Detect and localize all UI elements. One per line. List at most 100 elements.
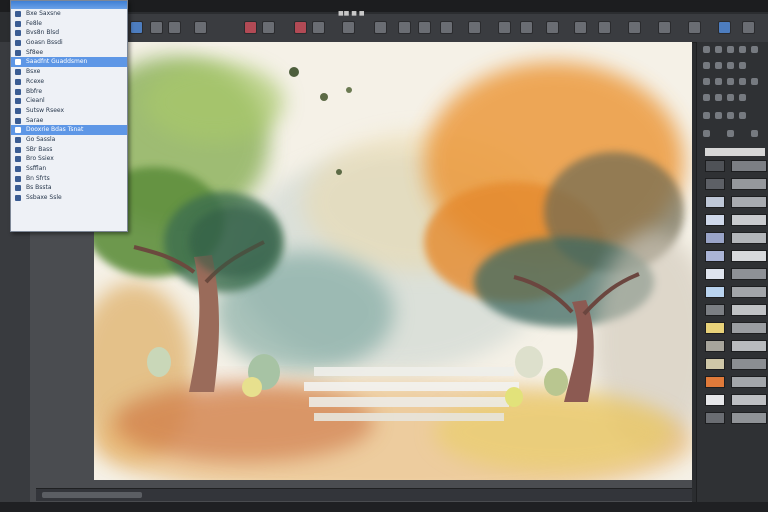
tool-icon[interactable] [658, 21, 671, 34]
menu-item[interactable]: SBr Bass [11, 145, 127, 155]
color-swatch[interactable] [731, 358, 767, 370]
color-swatch[interactable] [705, 214, 725, 226]
brush-icon[interactable] [715, 78, 722, 85]
menu-item[interactable]: Fe8le [11, 19, 127, 29]
tool-icon[interactable] [374, 21, 387, 34]
menu-item[interactable]: Bsxe [11, 67, 127, 77]
tool-icon[interactable] [718, 21, 731, 34]
tool-icon[interactable] [688, 21, 701, 34]
menu-item[interactable]: Bs Bssta [11, 183, 127, 193]
brush-icon[interactable] [715, 112, 722, 119]
color-swatch[interactable] [731, 394, 767, 406]
tool-icon[interactable] [498, 21, 511, 34]
color-swatch[interactable] [705, 196, 725, 208]
color-swatch[interactable] [731, 160, 767, 172]
brush-icon[interactable] [751, 78, 758, 85]
color-swatch[interactable] [731, 304, 767, 316]
color-swatch[interactable] [731, 178, 767, 190]
menu-item[interactable]: Bxe Saxsne [11, 9, 127, 19]
menu-item[interactable]: Dooxrie Bdas Tsnat [11, 125, 127, 135]
painting-canvas[interactable] [94, 42, 692, 480]
brush-icon[interactable] [727, 78, 734, 85]
menu-item[interactable]: Rcexe [11, 77, 127, 87]
color-icon[interactable] [294, 21, 307, 34]
menu-item[interactable]: Go Sassla [11, 135, 127, 145]
brush-icon[interactable] [739, 112, 746, 119]
menu-item[interactable]: Bn Sfrts [11, 174, 127, 184]
color-swatch[interactable] [705, 394, 725, 406]
brush-icon[interactable] [703, 130, 710, 137]
color-swatch[interactable] [705, 322, 725, 334]
tool-icon[interactable] [520, 21, 533, 34]
tool-icon[interactable] [440, 21, 453, 34]
tool-icon[interactable] [312, 21, 325, 34]
tool-icon[interactable] [628, 21, 641, 34]
brush-icon[interactable] [715, 62, 722, 69]
tool-icon[interactable] [342, 21, 355, 34]
color-swatch[interactable] [731, 196, 767, 208]
menu-item[interactable]: Sf8ee [11, 48, 127, 58]
brush-icon[interactable] [703, 46, 710, 53]
brush-icon[interactable] [703, 112, 710, 119]
color-swatch[interactable] [731, 286, 767, 298]
color-swatch[interactable] [705, 340, 725, 352]
tool-icon[interactable] [168, 21, 181, 34]
color-swatch[interactable] [731, 214, 767, 226]
menu-item[interactable]: Saadfnt Guaddsmen [11, 57, 127, 68]
brush-icon[interactable] [703, 78, 710, 85]
color-swatch[interactable] [731, 250, 767, 262]
horizontal-scrollbar[interactable] [36, 488, 692, 501]
color-swatch[interactable] [705, 286, 725, 298]
brush-icon[interactable] [739, 46, 746, 53]
tool-icon[interactable] [150, 21, 163, 34]
brush-icon[interactable] [703, 62, 710, 69]
color-swatch[interactable] [705, 412, 725, 424]
menu-item[interactable]: Bbfre [11, 87, 127, 97]
tool-icon[interactable] [130, 21, 143, 34]
color-swatch[interactable] [731, 268, 767, 280]
menu-item[interactable]: Bro Ssiex [11, 154, 127, 164]
menu-item[interactable]: Ssfflan [11, 164, 127, 174]
tool-icon[interactable] [574, 21, 587, 34]
color-swatch[interactable] [705, 358, 725, 370]
brush-icon[interactable] [727, 94, 734, 101]
color-swatch[interactable] [731, 376, 767, 388]
brush-icon[interactable] [751, 46, 758, 53]
menu-item[interactable]: Cieanl [11, 96, 127, 106]
brush-icon[interactable] [727, 62, 734, 69]
brush-icon[interactable] [739, 78, 746, 85]
brush-icon[interactable] [751, 130, 758, 137]
color-swatch[interactable] [705, 232, 725, 244]
tool-icon[interactable] [194, 21, 207, 34]
tool-icon[interactable] [468, 21, 481, 34]
brush-icon[interactable] [739, 94, 746, 101]
brush-icon[interactable] [703, 94, 710, 101]
color-swatch[interactable] [731, 340, 767, 352]
color-swatch[interactable] [731, 322, 767, 334]
color-swatch[interactable] [731, 412, 767, 424]
color-swatch[interactable] [705, 160, 725, 172]
color-swatch[interactable] [705, 304, 725, 316]
color-swatch[interactable] [705, 376, 725, 388]
menu-item[interactable]: Bvs8n Blsd [11, 28, 127, 38]
menu-item[interactable]: Sarae [11, 116, 127, 126]
tool-icon[interactable] [546, 21, 559, 34]
tool-icon[interactable] [742, 21, 755, 34]
brush-icon[interactable] [727, 112, 734, 119]
tool-icon[interactable] [262, 21, 275, 34]
tool-icon[interactable] [418, 21, 431, 34]
brush-icon[interactable] [715, 46, 722, 53]
color-swatch[interactable] [705, 268, 725, 280]
color-swatch[interactable] [705, 250, 725, 262]
scrollbar-thumb[interactable] [42, 492, 142, 498]
brush-icon[interactable] [715, 94, 722, 101]
tool-icon[interactable] [398, 21, 411, 34]
menu-item[interactable]: Ssbaxe Ssle [11, 193, 127, 203]
color-swatch[interactable] [731, 232, 767, 244]
menu-item[interactable]: Sutsw Rseex [11, 106, 127, 116]
color-swatch[interactable] [705, 178, 725, 190]
menu-item[interactable]: Goasn Bssdi [11, 38, 127, 48]
brush-icon[interactable] [727, 130, 734, 137]
brush-icon[interactable] [727, 46, 734, 53]
tool-icon[interactable] [598, 21, 611, 34]
